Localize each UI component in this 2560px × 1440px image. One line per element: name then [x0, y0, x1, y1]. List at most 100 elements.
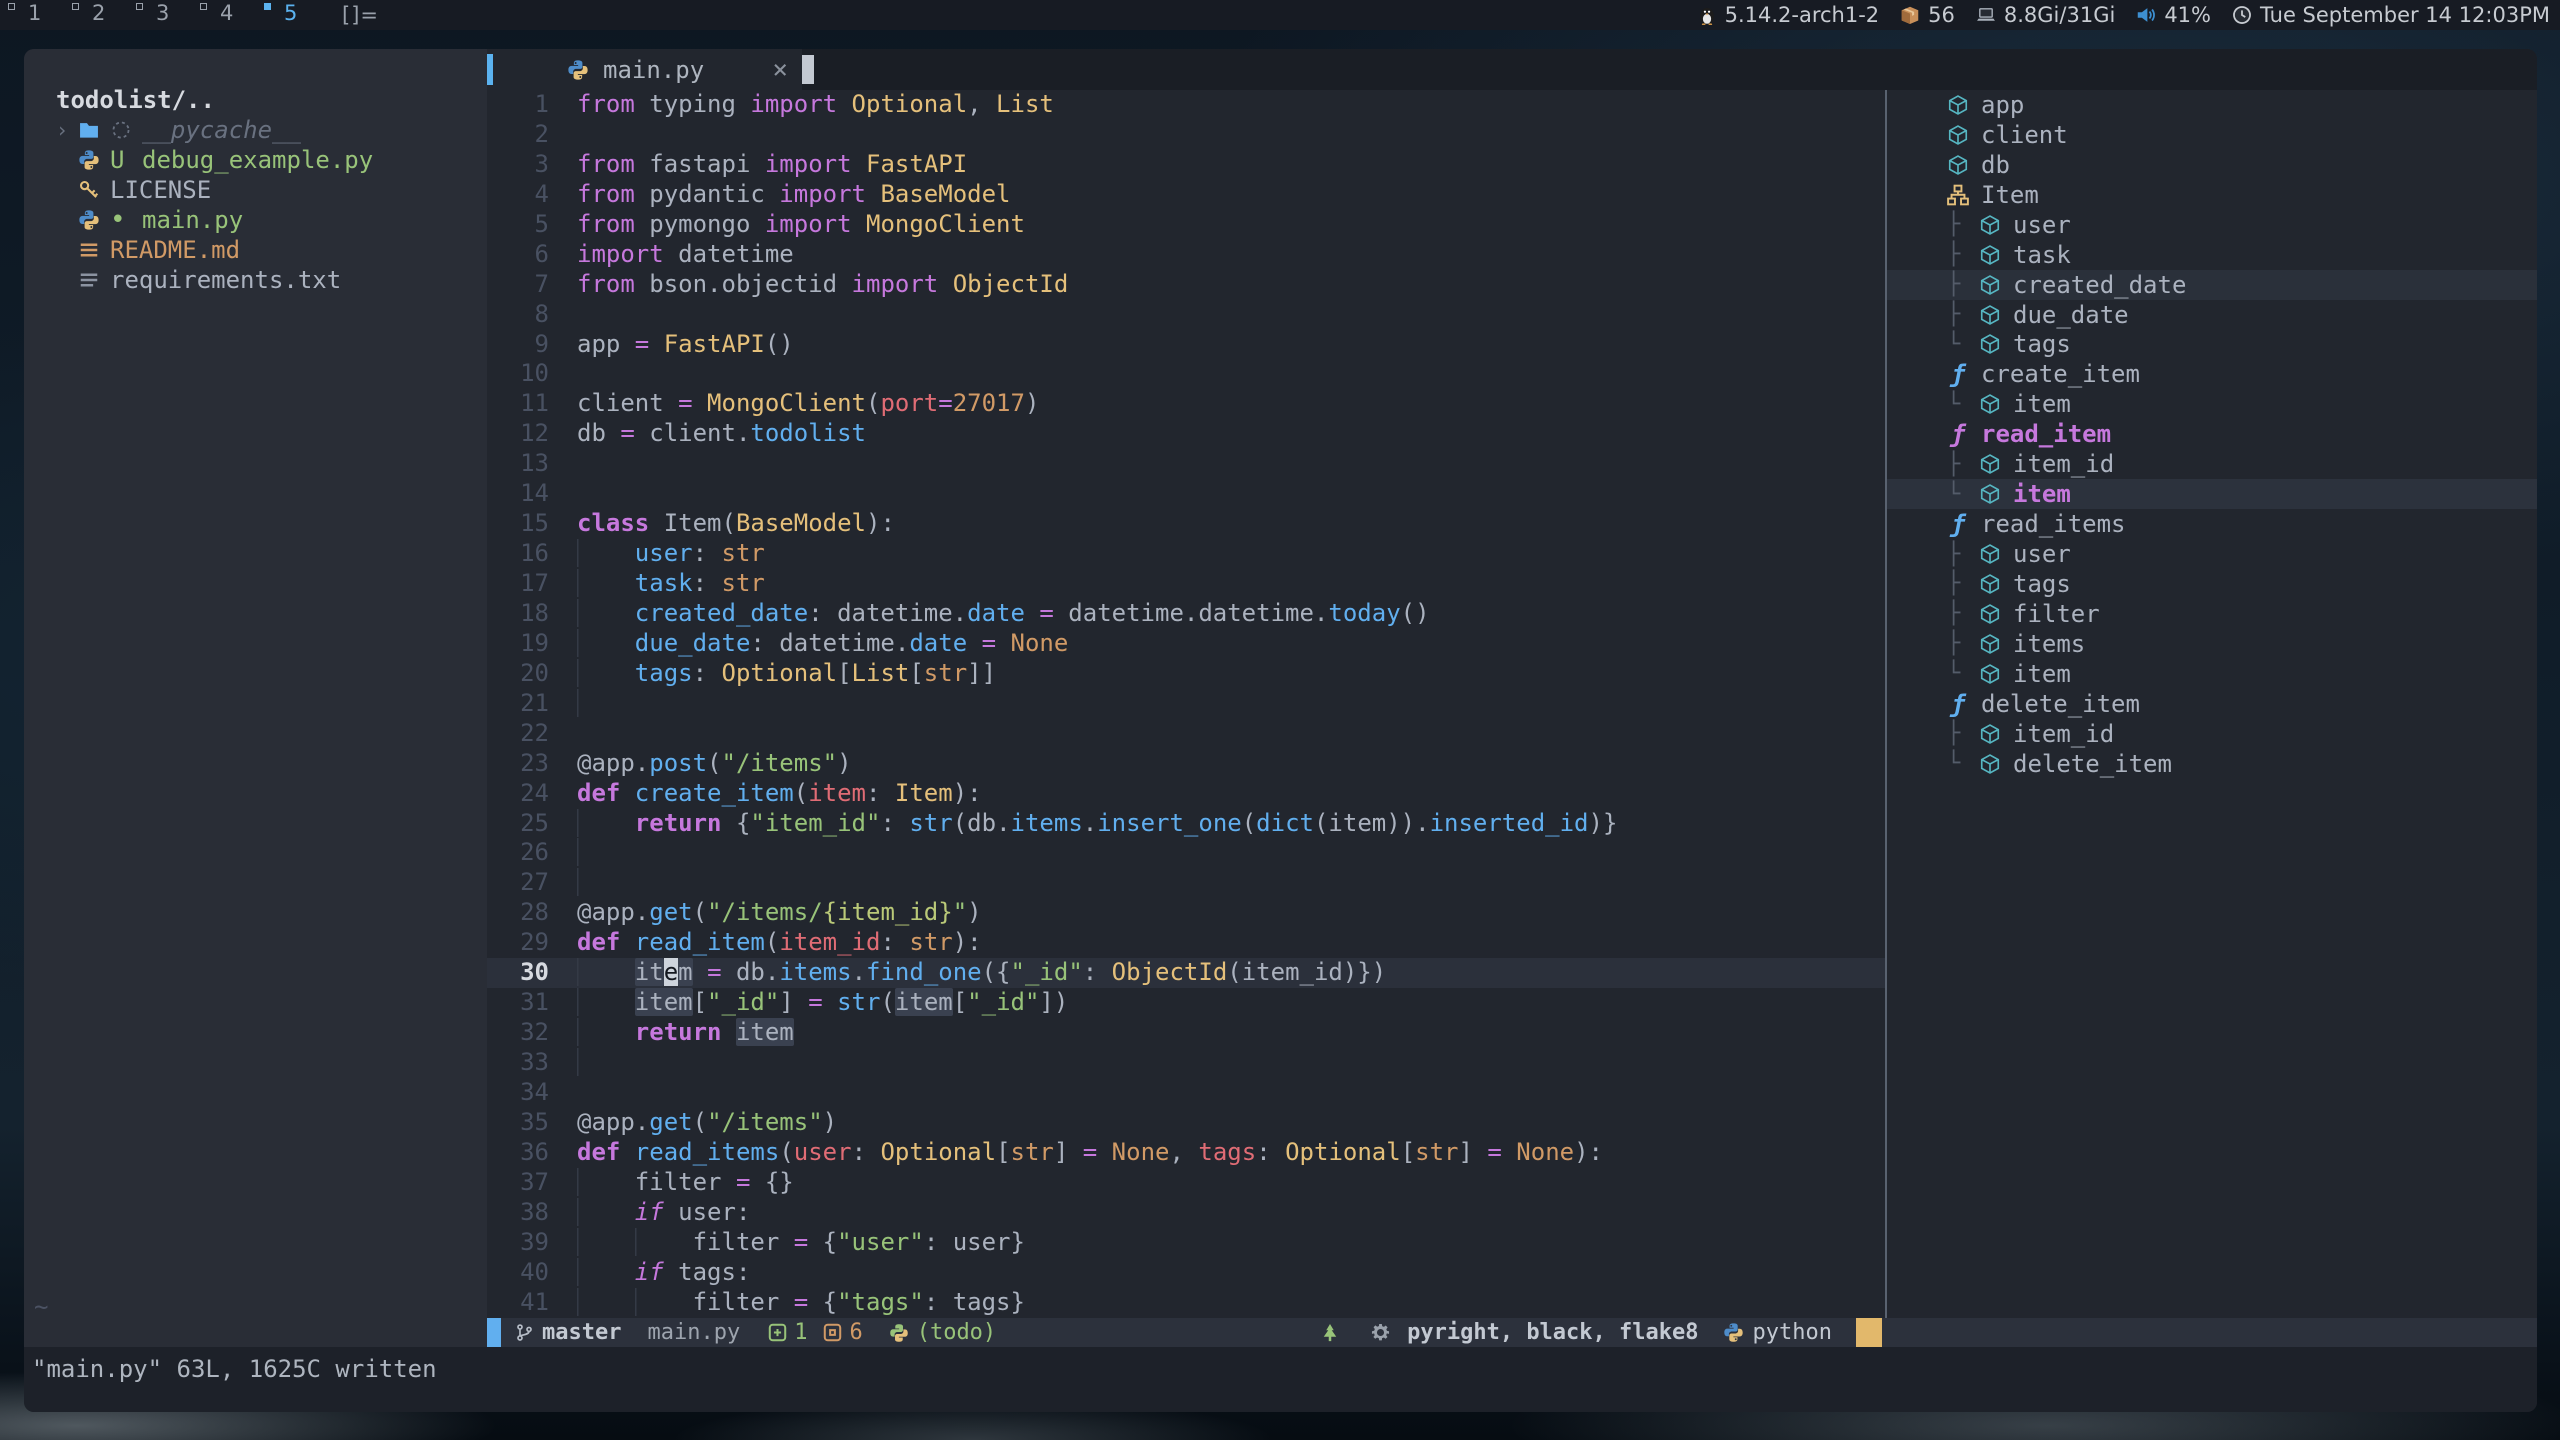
code-text: due_date: datetime.date = None — [549, 629, 1885, 659]
code-line[interactable]: 2 — [487, 120, 1885, 150]
tree-connector: ├ — [1947, 571, 1979, 596]
code-line[interactable]: 21 — [487, 689, 1885, 719]
code-line[interactable]: 17 task: str — [487, 569, 1885, 599]
symbol-item_id[interactable]: ├item_id — [1887, 449, 2537, 479]
code-token: ) — [1025, 389, 1039, 417]
symbol-read_item[interactable]: ƒread_item — [1887, 419, 2537, 449]
symbol-filter[interactable]: ├filter — [1887, 599, 2537, 629]
code-line[interactable]: 27 — [487, 868, 1885, 898]
code-editor[interactable]: 1from typing import Optional, List23from… — [487, 90, 1887, 1318]
symbol-item[interactable]: └item — [1887, 389, 2537, 419]
workspace-button-5[interactable]: 5 — [256, 0, 320, 30]
code-line[interactable]: 29def read_item(item_id: str): — [487, 928, 1885, 958]
tree-root-label[interactable]: todolist/.. — [56, 85, 487, 115]
code-line[interactable]: 15class Item(BaseModel): — [487, 509, 1885, 539]
symbol-client[interactable]: client — [1887, 120, 2537, 150]
symbol-label: user — [2013, 211, 2071, 239]
symbol-tags[interactable]: └tags — [1887, 330, 2537, 360]
symbol-user[interactable]: ├user — [1887, 210, 2537, 240]
symbol-items[interactable]: ├items — [1887, 629, 2537, 659]
code-line[interactable]: 18 created_date: datetime.date = datetim… — [487, 599, 1885, 629]
code-line[interactable]: 34 — [487, 1078, 1885, 1108]
code-token: ObjectId — [1112, 958, 1228, 986]
top-status-bar: 12345 []= 5.14.2-arch1-2568.8Gi/31Gi41%T… — [0, 0, 2560, 30]
code-line[interactable]: 39 filter = {"user": user} — [487, 1228, 1885, 1258]
git-branch[interactable]: master — [515, 1320, 621, 1345]
tab-close-icon[interactable]: × — [772, 55, 788, 85]
code-line[interactable]: 38 if user: — [487, 1198, 1885, 1228]
code-line[interactable]: 11client = MongoClient(port=27017) — [487, 389, 1885, 419]
window-content: todolist/.. ›__pycache__Udebug_example.p… — [24, 49, 2537, 1347]
symbol-due_date[interactable]: ├due_date — [1887, 300, 2537, 330]
code-line[interactable]: 3from fastapi import FastAPI — [487, 150, 1885, 180]
code-line[interactable]: 35@app.get("/items") — [487, 1108, 1885, 1138]
code-token: import — [577, 240, 664, 268]
workspace-button-3[interactable]: 3 — [128, 0, 192, 30]
code-line[interactable]: 16 user: str — [487, 539, 1885, 569]
code-line[interactable]: 7from bson.objectid import ObjectId — [487, 270, 1885, 300]
code-line[interactable]: 37 filter = {} — [487, 1168, 1885, 1198]
code-line[interactable]: 32 return item — [487, 1018, 1885, 1048]
code-line[interactable]: 25 return {"item_id": str(db.items.inser… — [487, 809, 1885, 839]
code-line[interactable]: 30 item = db.items.find_one({"_id": Obje… — [487, 958, 1885, 988]
code-token: ) — [837, 749, 851, 777]
workspace-button-2[interactable]: 2 — [64, 0, 128, 30]
symbol-db[interactable]: db — [1887, 150, 2537, 180]
tree-item-debug_example.py[interactable]: Udebug_example.py — [56, 145, 487, 175]
code-line[interactable]: 6import datetime — [487, 240, 1885, 270]
code-line[interactable]: 22 — [487, 719, 1885, 749]
code-token: @app. — [577, 1108, 649, 1136]
code-line[interactable]: 41 filter = {"tags": tags} — [487, 1288, 1885, 1318]
code-token: from — [577, 210, 635, 238]
code-line[interactable]: 5from pymongo import MongoClient — [487, 210, 1885, 240]
code-line[interactable]: 1from typing import Optional, List — [487, 90, 1885, 120]
symbol-read_items[interactable]: ƒread_items — [1887, 509, 2537, 539]
symbol-app[interactable]: app — [1887, 90, 2537, 120]
symbol-item[interactable]: └item — [1887, 479, 2537, 509]
code-line[interactable]: 24def create_item(item: Item): — [487, 779, 1885, 809]
symbol-user[interactable]: ├user — [1887, 539, 2537, 569]
code-line[interactable]: 4from pydantic import BaseModel — [487, 180, 1885, 210]
symbol-item_id[interactable]: ├item_id — [1887, 719, 2537, 749]
scroll-position-indicator[interactable] — [1856, 1318, 1882, 1347]
workspace-button-1[interactable]: 1 — [0, 0, 64, 30]
workspace-indicator — [200, 3, 207, 10]
code-token: [ — [996, 1138, 1010, 1166]
code-line[interactable]: 8 — [487, 300, 1885, 330]
tree-item-main.py[interactable]: •main.py — [56, 205, 487, 235]
tab-main.py[interactable]: main.py× — [487, 49, 802, 90]
code-token: date — [909, 629, 967, 657]
code-token: it — [635, 958, 664, 986]
tree-connector: ├ — [1947, 601, 1979, 626]
code-token: MongoClient — [852, 210, 1025, 238]
symbol-tags[interactable]: ├tags — [1887, 569, 2537, 599]
code-line[interactable]: 23@app.post("/items") — [487, 749, 1885, 779]
code-line[interactable]: 26 — [487, 838, 1885, 868]
code-line[interactable]: 36def read_items(user: Optional[str] = N… — [487, 1138, 1885, 1168]
symbol-create_item[interactable]: ƒcreate_item — [1887, 359, 2537, 389]
workspace-button-4[interactable]: 4 — [192, 0, 256, 30]
tree-item-LICENSE[interactable]: LICENSE — [56, 175, 487, 205]
code-line[interactable]: 28@app.get("/items/{item_id}") — [487, 898, 1885, 928]
symbol-label: client — [1981, 121, 2068, 149]
symbol-delete_item[interactable]: └delete_item — [1887, 749, 2537, 779]
tree-item-README.md[interactable]: README.md — [56, 235, 487, 265]
code-line[interactable]: 13 — [487, 449, 1885, 479]
code-line[interactable]: 12db = client.todolist — [487, 419, 1885, 449]
symbol-created_date[interactable]: ├created_date — [1887, 270, 2537, 300]
code-line[interactable]: 33 — [487, 1048, 1885, 1078]
code-line[interactable]: 31 item["_id"] = str(item["_id"]) — [487, 988, 1885, 1018]
symbol-task[interactable]: ├task — [1887, 240, 2537, 270]
code-line[interactable]: 10 — [487, 359, 1885, 389]
code-line[interactable]: 9app = FastAPI() — [487, 330, 1885, 360]
symbol-item[interactable]: └item — [1887, 659, 2537, 689]
code-line[interactable]: 19 due_date: datetime.date = None — [487, 629, 1885, 659]
line-number: 5 — [487, 210, 549, 240]
tree-item-requirements.txt[interactable]: requirements.txt — [56, 265, 487, 295]
code-line[interactable]: 40 if tags: — [487, 1258, 1885, 1288]
symbol-Item[interactable]: Item — [1887, 180, 2537, 210]
code-line[interactable]: 14 — [487, 479, 1885, 509]
tree-item-__pycache__[interactable]: ›__pycache__ — [56, 115, 487, 145]
symbol-delete_item[interactable]: ƒdelete_item — [1887, 689, 2537, 719]
code-line[interactable]: 20 tags: Optional[List[str]] — [487, 659, 1885, 689]
